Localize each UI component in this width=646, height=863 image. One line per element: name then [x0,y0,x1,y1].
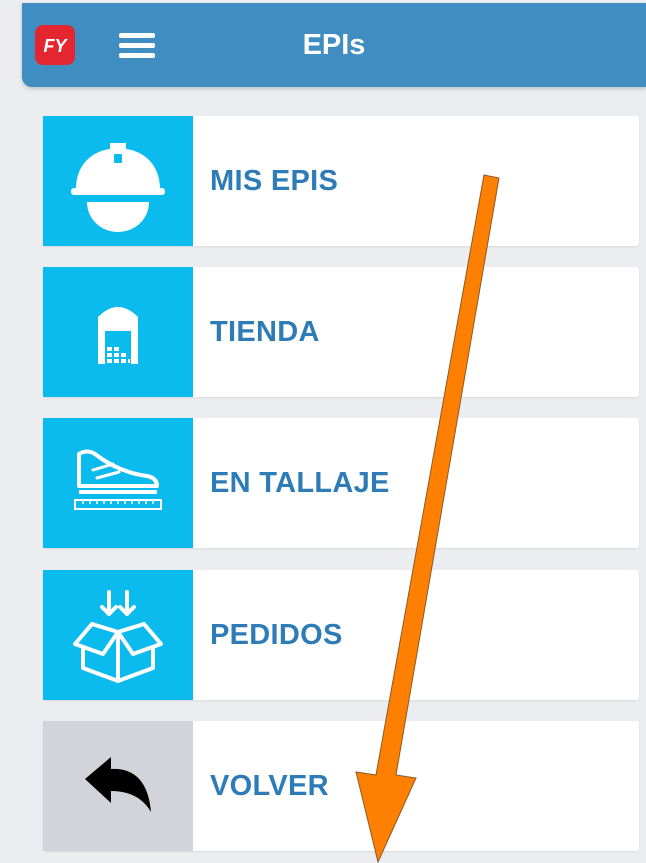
menu-tile-en-tallaje [43,418,193,548]
menu-label: VOLVER [210,770,329,802]
warehouse-icon [98,307,138,364]
menu-label: MIS EPIS [210,165,339,197]
helmet-icon [71,143,165,232]
page-title: EPIs [302,29,366,61]
menu-tile-mis-epis [43,116,193,246]
menu-label: TIENDA [210,316,320,348]
back-arrow-icon [85,757,151,812]
app-header: FY EPIs [22,3,646,87]
menu-tile-tienda [43,267,193,397]
menu-item-en-tallaje[interactable]: EN TALLAJE [43,418,639,548]
menu-item-mis-epis[interactable]: MIS EPIS [43,116,639,246]
menu-label: EN TALLAJE [210,467,390,499]
menu-item-pedidos[interactable]: PEDIDOS [43,570,639,700]
shoe-size-icon [74,449,162,510]
menu-tile-volver [43,721,193,851]
menu-item-tienda[interactable]: TIENDA [43,267,639,397]
menu-tile-pedidos [43,570,193,700]
package-icon [73,590,163,683]
menu-label: PEDIDOS [210,619,343,651]
menu-item-volver[interactable]: VOLVER [43,721,639,851]
